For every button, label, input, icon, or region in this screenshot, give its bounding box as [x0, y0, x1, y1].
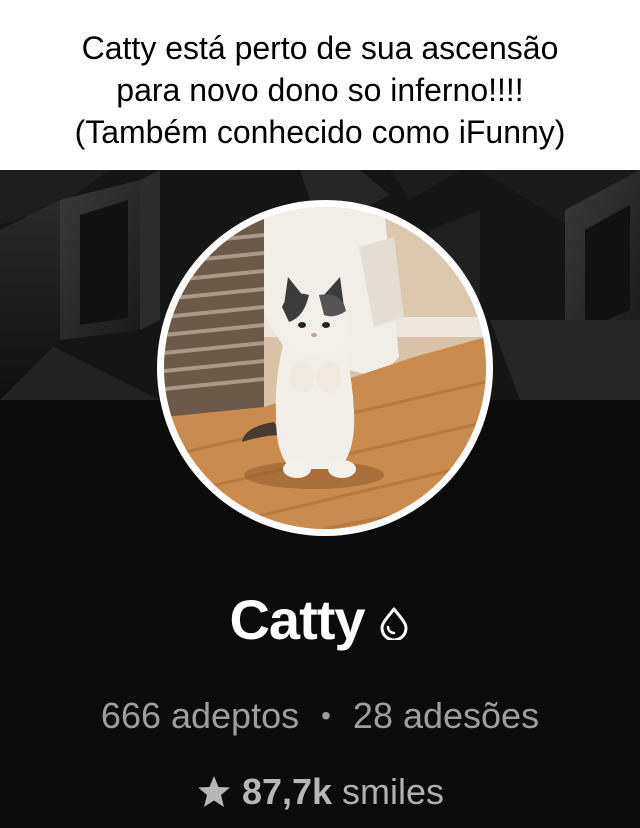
stats-separator: • — [321, 700, 331, 731]
profile-card: Catty 666 adeptos • 28 adesões 87,7k smi… — [0, 170, 640, 828]
cat-photo — [164, 207, 486, 529]
profile-stats: 666 adeptos • 28 adesões — [0, 694, 640, 738]
profile-name: Catty — [229, 588, 365, 651]
avatar-ring — [157, 200, 493, 536]
avatar[interactable] — [164, 207, 486, 529]
caption-line-3: (Também conhecido como iFunny) — [74, 114, 566, 150]
smiles-label: smiles — [342, 771, 445, 812]
star-icon — [197, 776, 230, 807]
drop-icon — [380, 607, 408, 640]
followers-count[interactable]: 666 adeptos — [101, 694, 299, 738]
smiles-count: 87,7k — [241, 771, 333, 812]
smiles-row: 87,7k smiles — [0, 770, 640, 814]
caption-line-2: para novo dono so inferno!!!! — [116, 72, 524, 108]
profile-name-row: Catty — [0, 588, 640, 652]
caption-line-1: Catty está perto de sua ascensão — [81, 30, 559, 66]
subscriptions-count[interactable]: 28 adesões — [353, 694, 539, 738]
meme-caption: Catty está perto de sua ascensão para no… — [0, 0, 640, 170]
